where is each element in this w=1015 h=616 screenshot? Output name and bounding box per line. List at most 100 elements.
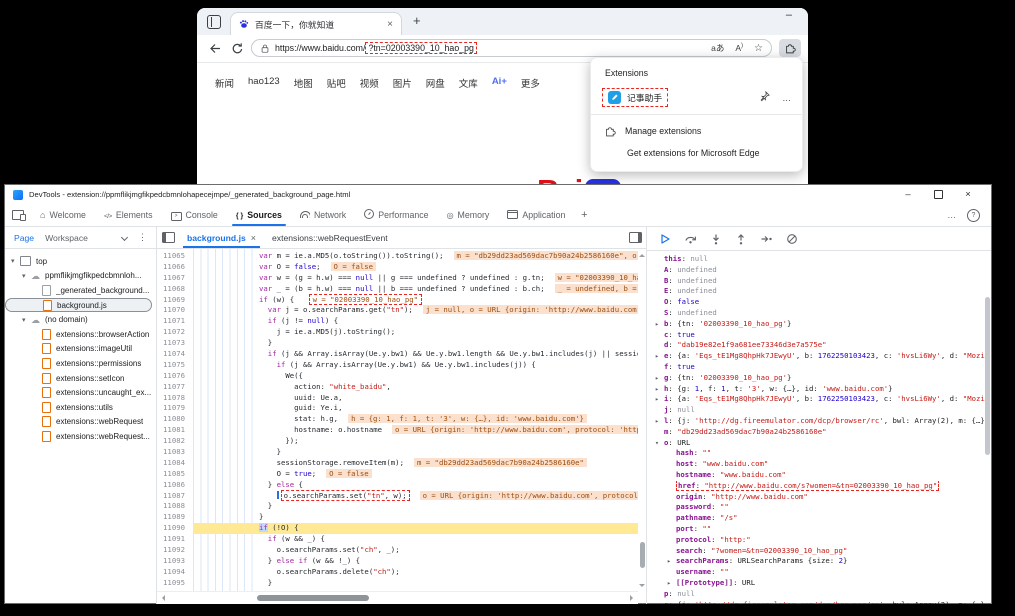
code-line-11065[interactable]: 11065var m = ie.a.MD5(o.toString()).toSt… [157, 251, 638, 262]
baidu-nav-link-2[interactable]: 地图 [294, 76, 313, 90]
scope-expand-icon[interactable]: ▸ [655, 319, 664, 330]
devtools-tab-performance[interactable]: Performance [355, 204, 437, 226]
read-aloud-icon[interactable]: A) [735, 43, 743, 53]
code-line-11072[interactable]: 11072 j = ie.a.MD5(j).toString(); [157, 327, 638, 338]
scope-entry-l[interactable]: ▸l: {j: 'http://dg.fireemulator.com/dcp/… [647, 416, 991, 427]
line-number[interactable]: 11086 [157, 480, 192, 491]
code-line-11076[interactable]: 11076 We({ [157, 371, 638, 382]
file-tree-item-ppmflikjmgfikpedcbmnloh-[interactable]: ▾☁ppmflikjmgfikpedcbmnloh... [5, 269, 152, 284]
sidebar-tab-page[interactable]: Page [14, 233, 34, 243]
scope-expand-icon[interactable]: ▸ [667, 556, 676, 567]
baidu-nav-link-0[interactable]: 新闻 [215, 76, 234, 90]
baidu-nav-link-6[interactable]: 网盘 [426, 76, 445, 90]
devtools-close-button[interactable]: × [953, 189, 983, 200]
chevron-down-icon[interactable] [121, 234, 128, 241]
scroll-up-arrow[interactable] [639, 251, 645, 257]
line-number[interactable]: 11092 [157, 545, 192, 556]
baidu-nav-link-8[interactable]: Ai+ [492, 76, 507, 90]
translate-icon[interactable]: aあ [711, 42, 724, 54]
scope-expand-icon[interactable]: ▸ [655, 373, 664, 384]
line-number[interactable]: 11076 [157, 371, 192, 382]
line-number[interactable]: 11078 [157, 393, 192, 404]
code-line-11073[interactable]: 11073 } [157, 338, 638, 349]
code-line-11083[interactable]: 11083 } [157, 447, 638, 458]
browser-minimize-button[interactable]: – [786, 9, 792, 21]
file-tree-item--generated-background-[interactable]: _generated_background... [5, 283, 152, 298]
toggle-device-toolbar-icon[interactable] [5, 204, 31, 226]
scope-entry-searchParams[interactable]: ▸searchParams: URLSearchParams {size: 2} [647, 556, 991, 567]
code-line-11071[interactable]: 11071 if (j != null) { [157, 316, 638, 327]
step-into-icon[interactable] [710, 233, 722, 245]
scope-entry-Prototype[interactable]: ▸[[Prototype]]: URL [647, 578, 991, 589]
scope-scroll-thumb[interactable] [985, 297, 990, 455]
scope-expand-icon[interactable]: ▸ [655, 384, 664, 395]
baidu-nav-link-5[interactable]: 图片 [393, 76, 412, 90]
code-line-11089[interactable]: 11089} [157, 512, 638, 523]
editor-panel-right-icon[interactable] [624, 227, 646, 248]
line-number[interactable]: 11077 [157, 382, 192, 393]
file-tree-item-extensions-setIcon[interactable]: extensions::setIcon [5, 371, 152, 386]
step-out-icon[interactable] [735, 233, 747, 245]
new-tab-button[interactable]: + [413, 13, 421, 28]
file-tree-item--no-domain-[interactable]: ▾☁(no domain) [5, 312, 152, 327]
sidebar-more-icon[interactable]: ⋮ [138, 232, 147, 243]
sidebar-tab-workspace[interactable]: Workspace [45, 233, 88, 243]
file-tree-item-extensions-imageUtil[interactable]: extensions::imageUtil [5, 342, 152, 357]
line-number[interactable]: 11080 [157, 414, 192, 425]
code-line-11092[interactable]: 11092 o.searchParams.set("ch", _); [157, 545, 638, 556]
vertical-scroll-thumb[interactable] [640, 542, 645, 568]
scope-expand-icon[interactable]: ▸ [655, 351, 664, 362]
scope-expand-icon[interactable]: ▸ [655, 416, 664, 427]
tree-expand-icon[interactable]: ▾ [22, 272, 31, 280]
navigator-toggle-icon[interactable] [157, 227, 179, 248]
file-tree-item-extensions-webRequest-[interactable]: extensions::webRequest... [5, 429, 152, 444]
code-line-11080[interactable]: 11080 stat: h.g,h = {g: 1, f: 1, t: '3',… [157, 414, 638, 425]
code-line-11094[interactable]: 11094 o.searchParams.delete("ch"); [157, 567, 638, 578]
browser-tab[interactable]: 百度一下，你就知道 × [230, 12, 402, 35]
code-line-11095[interactable]: 11095 } [157, 578, 638, 589]
code-line-11066[interactable]: 11066var O = false;O = false [157, 262, 638, 273]
line-number[interactable]: 11065 [157, 251, 192, 262]
extension-more-icon[interactable]: … [782, 93, 791, 103]
baidu-nav-link-7[interactable]: 文库 [459, 76, 478, 90]
devtools-tab-memory[interactable]: ◎Memory [438, 204, 499, 226]
url-text[interactable]: https://www.baidu.com/?tn=02003390_10_ha… [275, 43, 477, 53]
baidu-nav-link-4[interactable]: 视频 [360, 76, 379, 90]
scope-entry-o[interactable]: ▾o: URL [647, 438, 991, 449]
manage-extensions-row[interactable]: Manage extensions [591, 120, 802, 142]
code-line-11087[interactable]: 11087 o.searchParams.set("tn", w);o = UR… [157, 491, 638, 502]
baidu-nav-link-1[interactable]: hao123 [248, 76, 280, 90]
code-line-11077[interactable]: 11077 action: "white_baidu", [157, 382, 638, 393]
scope-entry-b[interactable]: ▸b: {tn: '02003390_10_hao_pg'} [647, 319, 991, 330]
scope-expand-icon[interactable]: ▾ [655, 438, 664, 449]
devtools-minimize-button[interactable]: – [893, 189, 923, 200]
devtools-maximize-button[interactable] [923, 189, 953, 200]
tree-expand-icon[interactable]: ▾ [11, 257, 20, 265]
code-line-11093[interactable]: 11093 } else if (w && !_) { [157, 556, 638, 567]
extensions-toolbar-button[interactable] [779, 39, 801, 57]
scroll-left-arrow[interactable] [159, 595, 165, 601]
line-number[interactable]: 11088 [157, 501, 192, 512]
get-extensions-row[interactable]: Get extensions for Microsoft Edge [591, 142, 802, 164]
scope-entry-h[interactable]: ▸h: {g: 1, f: 1, t: '3', w: {…}, id: 'ww… [647, 384, 991, 395]
code-line-11075[interactable]: 11075 if (j && Array.isArray(Ue.y.bw1) &… [157, 360, 638, 371]
favorites-star-icon[interactable]: ☆ [754, 43, 763, 54]
code-line-11079[interactable]: 11079 guid: Ye.i, [157, 403, 638, 414]
line-number[interactable]: 11090 [157, 523, 192, 534]
line-number[interactable]: 11067 [157, 273, 192, 284]
tree-expand-icon[interactable]: ▾ [22, 316, 31, 324]
code-line-11081[interactable]: 11081 hostname: o.hostnameo = URL {origi… [157, 425, 638, 436]
extension-item-row[interactable]: 记事助手 … [591, 86, 802, 109]
devtools-tab-welcome[interactable]: ⌂Welcome [31, 204, 95, 226]
line-number[interactable]: 11071 [157, 316, 192, 327]
code-line-11068[interactable]: 11068var _ = (b = h.w) === null || b ===… [157, 284, 638, 295]
line-number[interactable]: 11084 [157, 458, 192, 469]
line-number[interactable]: 11093 [157, 556, 192, 567]
line-number[interactable]: 11068 [157, 284, 192, 295]
step-icon[interactable] [760, 233, 773, 245]
line-number[interactable]: 11083 [157, 447, 192, 458]
line-number[interactable]: 11095 [157, 578, 192, 589]
line-number[interactable]: 11085 [157, 469, 192, 480]
scroll-down-arrow[interactable] [639, 584, 645, 590]
code-line-11074[interactable]: 11074 if (j && Array.isArray(Ue.y.bw1) &… [157, 349, 638, 360]
